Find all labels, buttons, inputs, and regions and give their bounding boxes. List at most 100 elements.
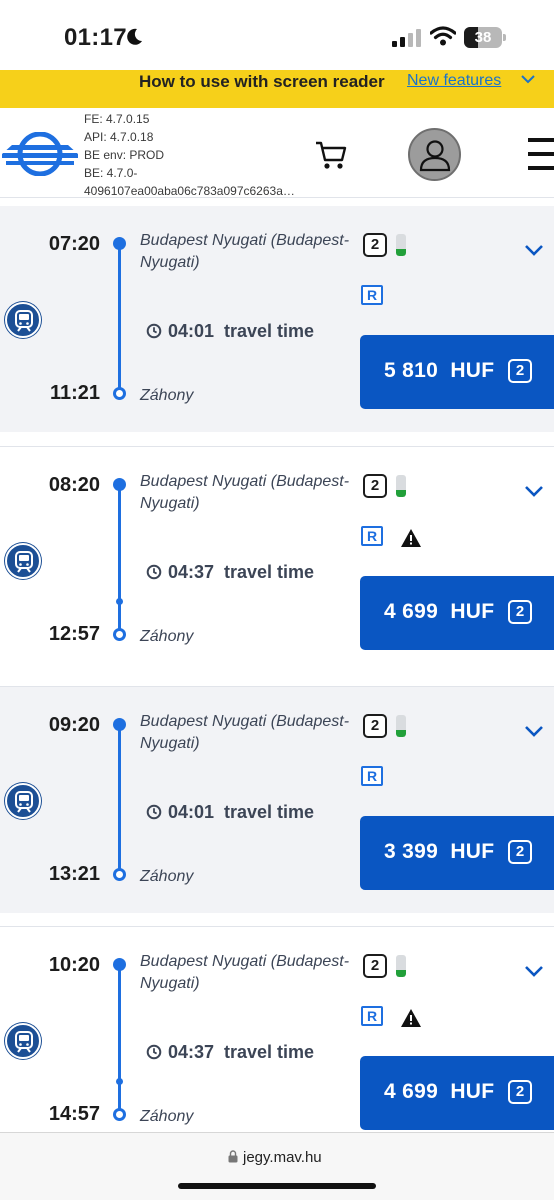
battery-icon: 38 [464,27,506,48]
timeline-end-dot [113,868,126,881]
chevron-down-icon[interactable] [524,485,544,497]
lock-icon [228,1150,238,1163]
timeline-start-dot [113,478,126,491]
travel-time-label: travel time [224,321,315,341]
battery-percent: 38 [474,29,492,46]
arrival-time: 14:57 [48,1103,100,1125]
screen-reader-help-link[interactable]: How to use with screen reader [139,72,385,92]
chevron-down-icon[interactable] [524,965,544,977]
card-divider [0,686,554,687]
origin-station: Budapest Nyugati (Budapest-Nyugati) [140,473,350,512]
wifi-icon [430,26,456,46]
version-info: FE: 4.7.0.15 API: 4.7.0.18 BE env: PROD … [84,110,298,200]
travel-class-badge: 2 [363,714,387,738]
timeline-end-dot [113,628,126,641]
timeline-line [118,964,121,1114]
reservation-badge: R [361,285,383,305]
hamburger-menu-icon[interactable] [528,136,554,172]
departure-time: 10:20 [48,954,100,976]
reservation-badge: R [361,1006,383,1026]
destination-station: Záhony [140,1108,194,1125]
card-divider [0,926,554,927]
timeline-end-dot [113,387,126,400]
timeline-end-dot [113,1108,126,1121]
reservation-badge: R [361,526,383,546]
seat-availability-indicator [396,475,406,497]
train-icon [5,1023,41,1059]
timeline-line [118,243,121,393]
clock-icon [146,323,162,339]
travel-class-badge: 2 [363,954,387,978]
arrival-time: 12:57 [48,623,100,645]
version-be: BE: 4.7.0- [84,166,138,180]
chevron-down-icon[interactable] [524,244,544,256]
origin-station: Budapest Nyugati (Budapest-Nyugati) [140,953,350,992]
user-avatar-button[interactable] [408,128,461,181]
card-divider [0,446,554,447]
destination-station: Záhony [140,628,194,645]
travel-time-label: travel time [224,562,315,582]
price-class-badge: 2 [508,600,532,624]
price-class-badge: 2 [508,840,532,864]
timeline-start-dot [113,237,126,250]
user-avatar-icon [419,140,451,172]
clock-icon [146,564,162,580]
ticket-price: 5 810 HUF [384,359,495,382]
shopping-cart-icon[interactable] [314,138,348,172]
warning-triangle-icon[interactable] [400,528,422,548]
buy-ticket-button[interactable]: 4 699 HUF 2 [360,1056,554,1130]
travel-class-badge: 2 [363,233,387,257]
travel-time-label: travel time [224,802,315,822]
reservation-badge: R [361,766,383,786]
destination-station: Záhony [140,868,194,885]
status-bar: 01:17 38 [0,0,554,76]
buy-ticket-button[interactable]: 3 399 HUF 2 [360,816,554,890]
timeline-start-dot [113,718,126,731]
arrival-time: 11:21 [49,382,100,404]
travel-time-label: travel time [224,1042,315,1062]
warning-triangle-icon[interactable] [400,1008,422,1028]
home-indicator[interactable] [178,1183,376,1189]
timeline-line [118,484,121,634]
seat-availability-indicator [396,955,406,977]
mav-logo-icon[interactable] [2,132,78,176]
train-icon [5,543,41,579]
ticket-price: 4 699 HUF [384,600,495,623]
origin-station: Budapest Nyugati (Budapest-Nyugati) [140,232,350,271]
travel-duration: 04:37 [168,1042,215,1062]
train-icon [5,302,41,338]
buy-ticket-button[interactable]: 4 699 HUF 2 [360,576,554,650]
destination-station: Záhony [140,387,194,404]
version-env: BE env: PROD [84,148,165,162]
arrival-time: 13:21 [48,863,100,885]
clock-icon [146,804,162,820]
timeline-start-dot [113,958,126,971]
train-icon [5,783,41,819]
timeline-transfer-dot [116,598,123,605]
departure-time: 07:20 [48,233,100,255]
price-class-badge: 2 [508,359,532,383]
browser-url-bar[interactable] [0,1132,554,1200]
browser-url[interactable]: jegy.mav.hu [243,1149,322,1166]
travel-duration: 04:37 [168,562,215,582]
ticket-price: 4 699 HUF [384,1080,495,1103]
travel-duration: 04:01 [168,802,215,822]
travel-class-badge: 2 [363,474,387,498]
timeline-line [118,724,121,874]
travel-duration: 04:01 [168,321,215,341]
new-features-link[interactable]: New features [407,72,501,90]
seat-availability-indicator [396,715,406,737]
departure-time: 09:20 [48,714,100,736]
price-class-badge: 2 [508,1080,532,1104]
chevron-down-icon[interactable] [520,73,536,85]
seat-availability-indicator [396,234,406,256]
version-fe: FE: 4.7.0.15 [84,112,150,126]
timeline-transfer-dot [116,1078,123,1085]
chevron-down-icon[interactable] [524,725,544,737]
status-time: 01:17 [64,24,127,51]
clock-icon [146,1044,162,1060]
signal-icon [392,29,421,47]
buy-ticket-button[interactable]: 5 810 HUF 2 [360,335,554,409]
ticket-price: 3 399 HUF [384,840,495,863]
departure-time: 08:20 [48,474,100,496]
